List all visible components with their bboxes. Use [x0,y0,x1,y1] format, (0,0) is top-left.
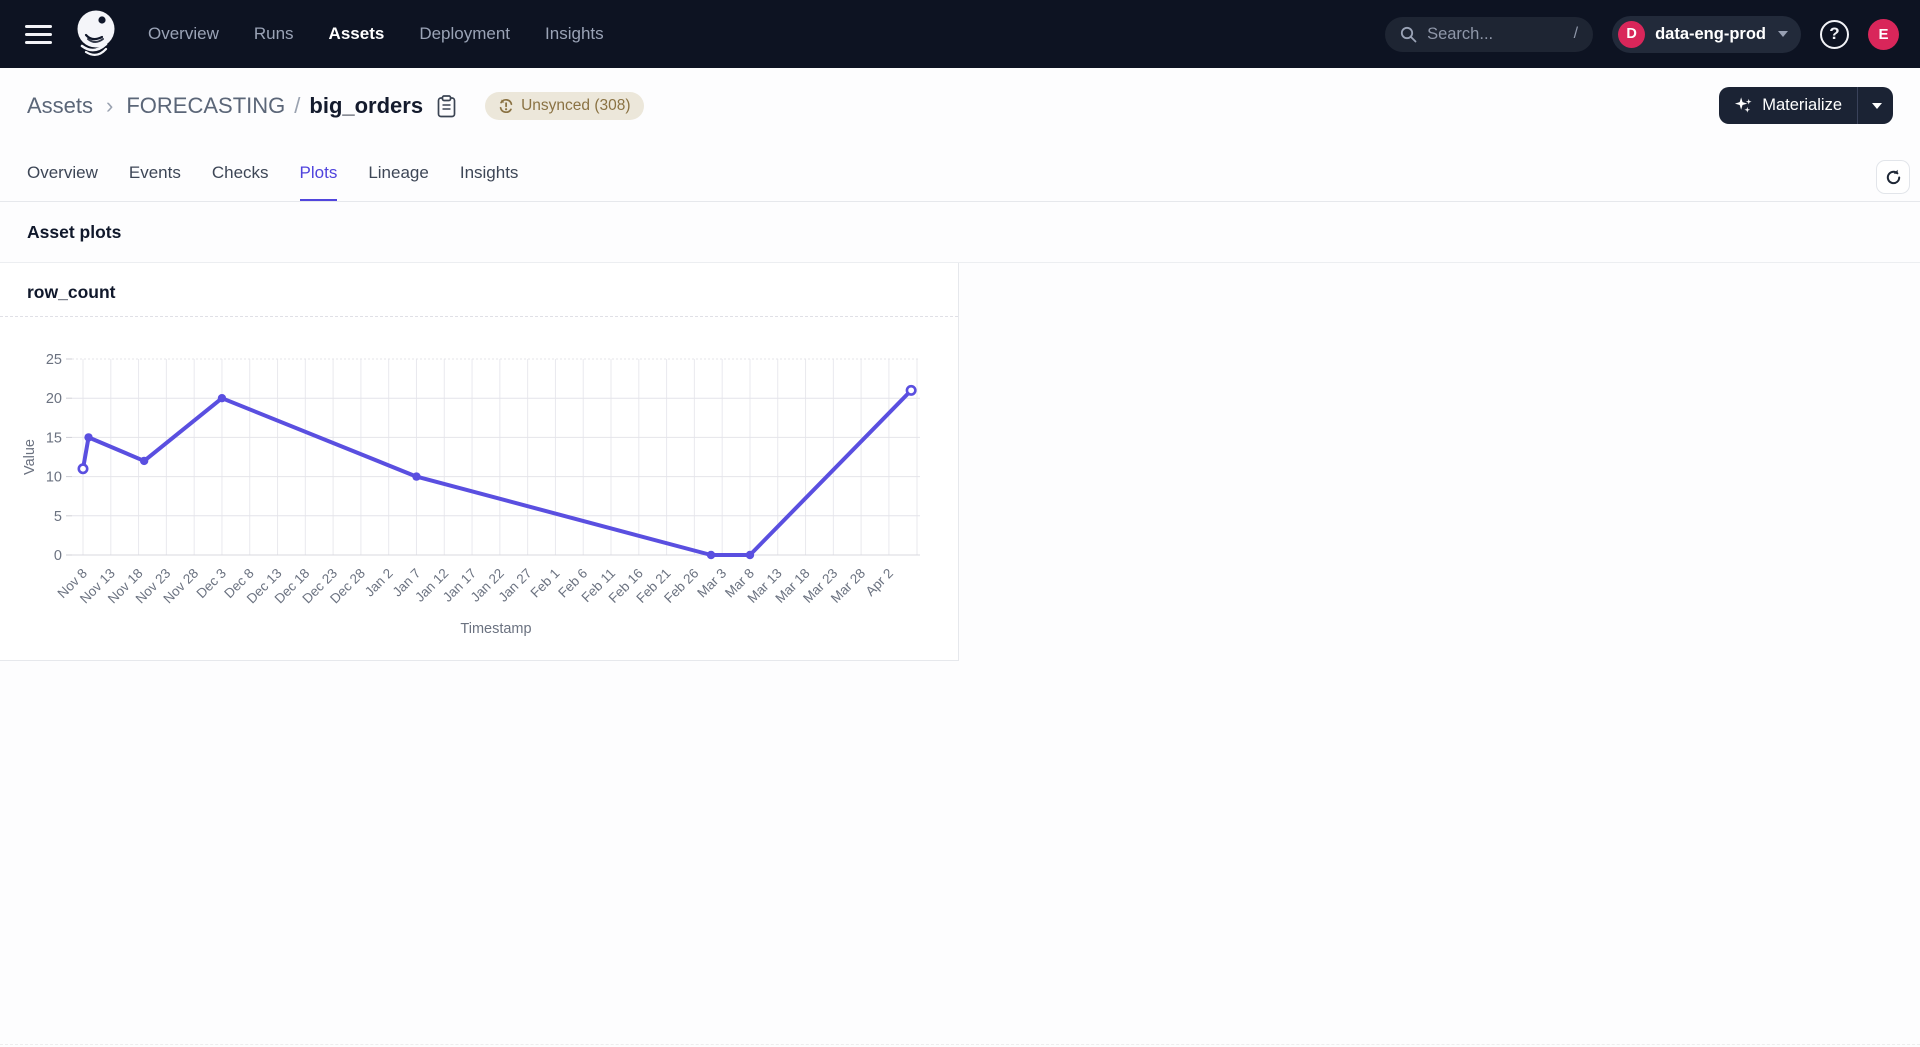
row-count-plot-card: row_count 0510152025Nov 8Nov 13Nov 18Nov… [0,263,959,661]
sparkle-icon [1734,96,1753,115]
unsynced-badge-label: Unsynced (308) [521,97,630,115]
chevron-down-icon [1778,31,1788,37]
row-count-line-chart: 0510152025Nov 8Nov 13Nov 18Nov 23Nov 28D… [0,330,959,661]
tabs-divider [0,201,1920,202]
materialize-label: Materialize [1762,96,1842,115]
svg-text:Value: Value [22,439,38,475]
nav-item-overview[interactable]: Overview [148,24,219,44]
workspace-name: data-eng-prod [1655,25,1766,44]
search-shortcut-hint: / [1574,25,1578,43]
asset-tabs: Overview Events Checks Plots Lineage Ins… [27,163,518,202]
workspace-badge: D [1618,21,1645,48]
tab-checks[interactable]: Checks [212,163,269,202]
search-input[interactable]: Search... / [1385,17,1593,52]
svg-text:0: 0 [54,548,62,564]
svg-text:5: 5 [54,509,62,525]
svg-text:Timestamp: Timestamp [460,621,531,637]
search-icon [1400,26,1417,43]
refresh-button[interactable] [1876,160,1910,194]
page-title: big_orders [309,93,423,119]
chart-title-divider [0,316,958,317]
svg-text:Apr 2: Apr 2 [863,566,896,599]
breadcrumb-group-link[interactable]: FORECASTING [126,93,285,119]
nav-item-assets[interactable]: Assets [329,24,385,44]
breadcrumb: Assets › FORECASTING / big_orders Unsync… [27,92,644,120]
copy-asset-name-button[interactable] [437,95,456,118]
nav-item-insights[interactable]: Insights [545,24,604,44]
nav-item-runs[interactable]: Runs [254,24,294,44]
help-icon[interactable]: ? [1820,20,1849,49]
user-avatar[interactable]: E [1868,19,1899,50]
materialize-split-button: Materialize [1719,87,1893,124]
tab-insights[interactable]: Insights [460,163,519,202]
primary-nav: Overview Runs Assets Deployment Insights [148,24,604,44]
search-placeholder: Search... [1427,25,1493,44]
unsynced-status-badge[interactable]: Unsynced (308) [485,92,643,120]
svg-text:20: 20 [46,391,62,407]
nav-item-deployment[interactable]: Deployment [419,24,510,44]
hamburger-menu-icon[interactable] [25,25,52,44]
caret-down-icon [1872,103,1882,109]
materialize-dropdown-button[interactable] [1858,87,1893,124]
materialize-button[interactable]: Materialize [1719,87,1858,124]
svg-text:Feb 1: Feb 1 [528,566,563,601]
svg-text:15: 15 [46,430,62,446]
dagster-logo[interactable] [73,8,119,60]
refresh-icon [1885,169,1902,186]
section-title: Asset plots [27,222,121,243]
page-bottom-edge [0,1044,1920,1045]
tab-plots[interactable]: Plots [300,163,338,202]
svg-text:Jan 2: Jan 2 [362,566,396,600]
tab-lineage[interactable]: Lineage [368,163,429,202]
sync-alert-icon [498,98,514,114]
tab-events[interactable]: Events [129,163,181,202]
clipboard-icon [437,95,456,118]
chart-title: row_count [27,282,115,303]
breadcrumb-assets-link[interactable]: Assets [27,93,93,119]
svg-text:25: 25 [46,352,62,368]
svg-text:Dec 3: Dec 3 [194,566,230,602]
svg-text:10: 10 [46,470,62,486]
workspace-switcher[interactable]: D data-eng-prod [1612,16,1801,53]
svg-text:Mar 3: Mar 3 [694,566,729,601]
top-nav: Overview Runs Assets Deployment Insights… [0,0,1920,68]
breadcrumb-chevron: › [106,93,113,119]
breadcrumb-separator: / [294,93,300,119]
tab-overview[interactable]: Overview [27,163,98,202]
